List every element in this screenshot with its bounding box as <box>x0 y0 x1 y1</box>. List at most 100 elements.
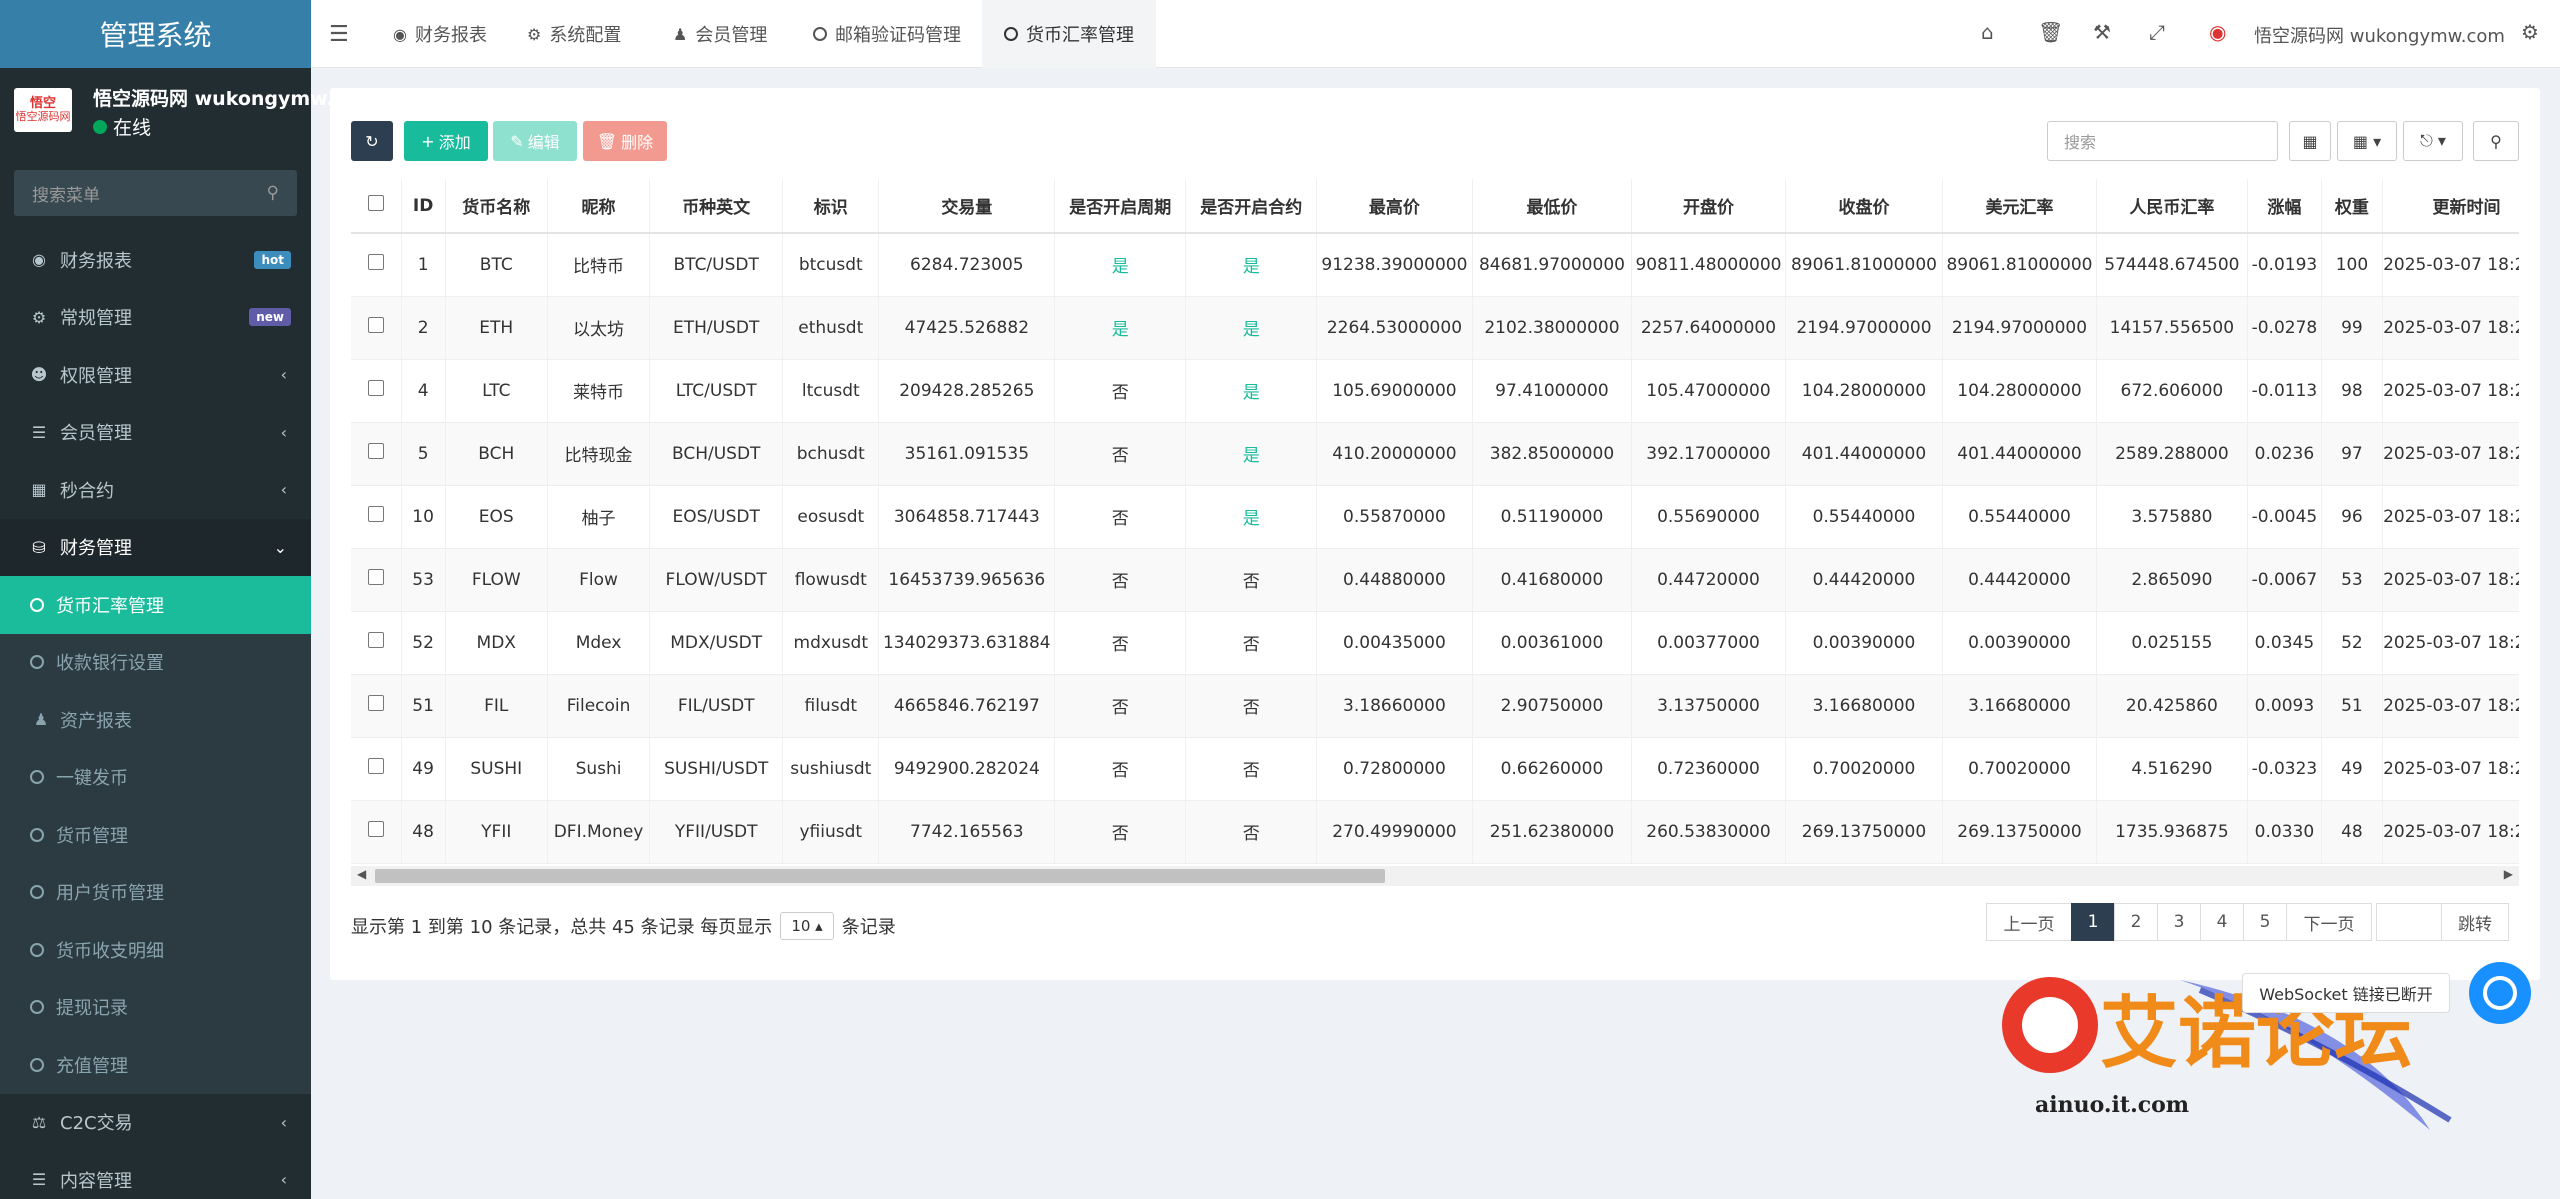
sidebar-item-deposits[interactable]: 充值管理 <box>0 1036 311 1094</box>
table-row[interactable]: 2 ETH 以太坊 ETH/USDT ethusdt 47425.526882 是是 2264… <box>351 296 2519 360</box>
table-row[interactable]: 53 FLOW Flow FLOW/USDT flowusdt 16453739.9656… <box>351 548 2519 612</box>
table-row[interactable]: 1 BTC 比特币 BTC/USDT btcusdt 6284.723005 是是 91238… <box>351 233 2519 297</box>
tab-system-config[interactable]: ⚙ 系统配置 <box>505 0 643 68</box>
status-toggle[interactable]: 是 <box>1185 233 1318 297</box>
page-size-select[interactable]: 10 ▴ <box>780 912 834 940</box>
tab-finance-report[interactable]: ◉ 财务报表 <box>371 0 509 68</box>
column-header[interactable]: 权重 <box>2321 179 2384 234</box>
table-row[interactable]: 4 LTC 莱特币 LTC/USDT ltcusdt 209428.285265 否是 105… <box>351 359 2519 423</box>
column-header[interactable]: 开盘价 <box>1631 179 1786 234</box>
column-header[interactable]: 最高价 <box>1316 179 1473 234</box>
toggle-view-button[interactable]: ▦ <box>2289 121 2331 161</box>
column-header[interactable]: 涨幅 <box>2247 179 2322 234</box>
column-header[interactable]: 标识 <box>782 179 880 234</box>
row-checkbox[interactable] <box>351 233 402 297</box>
app-logo-title[interactable]: 管理系统 <box>0 0 311 68</box>
column-header[interactable]: 昵称 <box>547 179 651 234</box>
status-toggle[interactable]: 是 <box>1054 233 1187 297</box>
sidebar-item-general[interactable]: ⚙ 常规管理 new <box>0 289 311 347</box>
edit-button[interactable]: ✎ 编辑 <box>493 121 577 161</box>
sidebar-item-coin-management[interactable]: 货币管理 <box>0 806 311 864</box>
chat-bubble-icon[interactable] <box>2469 962 2531 1024</box>
jump-button[interactable]: 跳转 <box>2441 903 2509 941</box>
row-checkbox[interactable] <box>351 674 402 738</box>
columns-button[interactable]: ▦ ▾ <box>2337 121 2397 161</box>
home-icon[interactable]: ⌂ <box>1981 20 1994 44</box>
sidebar-search-input[interactable]: 搜索菜单 ⚲ <box>14 170 297 216</box>
sidebar-item-members[interactable]: ☰ 会员管理 ‹ <box>0 404 311 462</box>
status-toggle[interactable]: 是 <box>1185 359 1318 423</box>
horizontal-scrollbar[interactable]: ◀ ▶ <box>351 866 2519 886</box>
search-toggle-button[interactable]: ⚲ <box>2473 121 2519 161</box>
row-checkbox[interactable] <box>351 359 402 423</box>
refresh-button[interactable]: ↻ <box>351 121 393 161</box>
tab-email-code[interactable]: 邮箱验证码管理 <box>791 0 983 68</box>
row-checkbox[interactable] <box>351 422 402 486</box>
table-row[interactable]: 5 BCH 比特现金 BCH/USDT bchusdt 35161.091535 否是 410… <box>351 422 2519 486</box>
sidebar-item-user-coin[interactable]: 用户货币管理 <box>0 864 311 922</box>
column-header[interactable]: 人民币汇率 <box>2096 179 2249 234</box>
next-page-button[interactable]: 下一页 <box>2286 903 2372 941</box>
sidebar-item-bank-settings[interactable]: 收款银行设置 <box>0 634 311 692</box>
sidebar-item-coin-ledger[interactable]: 货币收支明细 <box>0 921 311 979</box>
page-2-button[interactable]: 2 <box>2114 903 2158 941</box>
delete-button[interactable]: 🗑 删除 <box>583 121 667 161</box>
trash-icon[interactable]: 🗑 <box>2038 20 2063 44</box>
tab-members[interactable]: ♟ 会员管理 <box>651 0 789 68</box>
site-name[interactable]: 悟空源码网 wukongymw.com <box>2254 22 2505 48</box>
page-4-button[interactable]: 4 <box>2200 903 2244 941</box>
sidebar-item-finance-report[interactable]: ◉ 财务报表 hot <box>0 231 311 289</box>
sidebar-item-c2c[interactable]: ⚖ C2C交易 ‹ <box>0 1094 311 1152</box>
menu-toggle-icon[interactable]: ☰ <box>311 0 367 68</box>
select-all-checkbox[interactable] <box>351 179 402 234</box>
jump-page-input[interactable] <box>2376 903 2442 941</box>
export-button[interactable]: ⎋ ▾ <box>2403 121 2463 161</box>
column-header[interactable]: 美元汇率 <box>1942 179 2097 234</box>
column-header[interactable]: 币种英文 <box>649 179 784 234</box>
sidebar-item-second-contract[interactable]: ▦ 秒合约 ‹ <box>0 461 311 519</box>
language-icon[interactable]: ⚒ <box>2093 20 2111 44</box>
tab-rate-management[interactable]: 货币汇率管理 <box>982 0 1156 68</box>
column-header[interactable]: 是否开启合约 <box>1185 179 1318 234</box>
row-checkbox[interactable] <box>351 548 402 612</box>
status-toggle[interactable]: 是 <box>1185 422 1318 486</box>
row-checkbox[interactable] <box>351 800 402 864</box>
column-header[interactable]: 收盘价 <box>1785 179 1944 234</box>
column-header[interactable]: 是否开启周期 <box>1054 179 1187 234</box>
fullscreen-icon[interactable]: ⤢ <box>2149 20 2165 44</box>
sidebar-item-finance[interactable]: ⛁ 财务管理 ⌄ <box>0 518 311 576</box>
table-row[interactable]: 48 YFII DFI.Money YFII/USDT yfiiusdt 7742.165… <box>351 800 2519 864</box>
row-checkbox[interactable] <box>351 296 402 360</box>
status-toggle[interactable]: 是 <box>1054 296 1187 360</box>
table-row[interactable]: 51 FIL Filecoin FIL/USDT filusdt 4665846.7621… <box>351 674 2519 738</box>
column-header[interactable]: ID <box>401 179 446 234</box>
table-row[interactable]: 49 SUSHI Sushi SUSHI/USDT sushiusdt 9492900.2… <box>351 737 2519 801</box>
sidebar-item-issue-coin[interactable]: 一键发币 <box>0 749 311 807</box>
sidebar-item-content[interactable]: ☰ 内容管理 ‹ <box>0 1151 311 1199</box>
add-button[interactable]: + 添加 <box>404 121 488 161</box>
search-icon[interactable]: ⚲ <box>267 183 279 203</box>
scrollbar-thumb[interactable] <box>375 869 1385 883</box>
sidebar-item-permissions[interactable]: ☻ 权限管理 ‹ <box>0 346 311 404</box>
column-header[interactable]: 更新时间 <box>2382 179 2519 234</box>
row-checkbox[interactable] <box>351 737 402 801</box>
scroll-right-icon[interactable]: ▶ <box>2504 867 2513 881</box>
sidebar-item-withdrawals[interactable]: 提现记录 <box>0 979 311 1037</box>
column-header[interactable]: 交易量 <box>878 179 1056 234</box>
page-5-button[interactable]: 5 <box>2243 903 2287 941</box>
status-toggle[interactable]: 是 <box>1185 296 1318 360</box>
scroll-left-icon[interactable]: ◀ <box>357 867 366 881</box>
table-search-input[interactable]: 搜索 <box>2047 121 2278 161</box>
row-checkbox[interactable] <box>351 611 402 675</box>
page-3-button[interactable]: 3 <box>2157 903 2201 941</box>
status-toggle[interactable]: 是 <box>1185 485 1318 549</box>
table-row[interactable]: 10 EOS 柚子 EOS/USDT eosusdt 3064858.717443 否是 0.… <box>351 485 2519 549</box>
column-header[interactable]: 最低价 <box>1472 179 1633 234</box>
row-checkbox[interactable] <box>351 485 402 549</box>
page-1-button[interactable]: 1 <box>2071 903 2115 941</box>
sidebar-item-rate-management[interactable]: 货币汇率管理 <box>0 576 311 634</box>
sidebar-item-asset-report[interactable]: ♟ 资产报表 <box>0 691 311 749</box>
column-header[interactable]: 货币名称 <box>445 179 548 234</box>
prev-page-button[interactable]: 上一页 <box>1986 903 2072 941</box>
table-row[interactable]: 52 MDX Mdex MDX/USDT mdxusdt 134029373.631884… <box>351 611 2519 675</box>
